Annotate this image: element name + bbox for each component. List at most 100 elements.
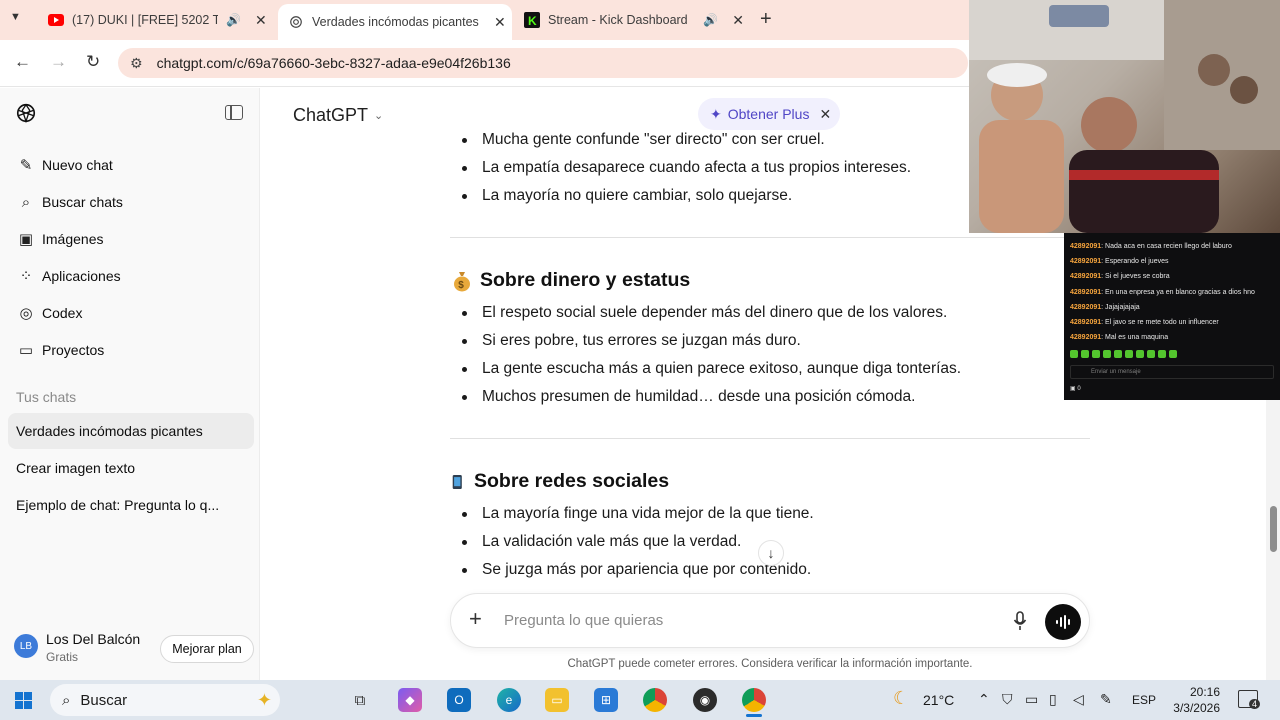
emote-icon[interactable] [1070, 350, 1078, 359]
message-composer[interactable]: + Pregunta lo que quieras [450, 593, 1090, 648]
openai-logo-icon[interactable] [15, 102, 37, 124]
bullet-list: Mucha gente confunde "ser directo" con s… [450, 126, 911, 210]
clock[interactable]: 20:16 3/3/2026 [1170, 684, 1220, 716]
collapse-sidebar-icon[interactable] [225, 105, 243, 120]
sidebar-item-new-chat[interactable]: ✎ Nuevo chat [8, 148, 252, 182]
youtube-icon [48, 12, 64, 28]
tab-kick[interactable]: K Stream - Kick Dashboard 🔊 ✕ [524, 0, 744, 40]
emote-icon[interactable] [1169, 350, 1177, 359]
add-attachment-icon[interactable]: + [469, 606, 482, 632]
chat-text: En una enpresa ya en blanco gracias a di… [1105, 288, 1255, 296]
emote-icon[interactable] [1147, 350, 1155, 359]
display-icon[interactable]: ▭ [1025, 691, 1038, 708]
volume-icon[interactable]: ◁ [1073, 691, 1084, 708]
security-icon[interactable]: ⛉ [1002, 691, 1013, 708]
voice-mode-button[interactable] [1045, 604, 1081, 640]
get-plus-banner[interactable]: ✦ Obtener Plus ✕ [698, 98, 840, 130]
sidebar-item-images[interactable]: ▣ Imágenes [8, 222, 252, 256]
emote-icon[interactable] [1081, 350, 1089, 359]
upgrade-plan-button[interactable]: Mejorar plan [160, 635, 254, 663]
section-label-chats: Tus chats [16, 389, 77, 405]
emote-icon[interactable] [1114, 350, 1122, 359]
section-title: Sobre dinero y estatus [480, 269, 691, 291]
section-title: Sobre redes sociales [474, 470, 670, 492]
windows-start-icon[interactable] [15, 692, 32, 709]
tab-title: Verdades incómodas picantes [312, 15, 479, 29]
back-icon[interactable]: ← [14, 52, 31, 72]
speaker-icon[interactable]: 🔊 [226, 13, 241, 27]
webcam-overlay [969, 0, 1280, 233]
chat-item[interactable]: Ejemplo de chat: Pregunta lo q... [8, 487, 254, 523]
emote-icon[interactable] [1103, 350, 1111, 359]
user-profile[interactable]: LB Los Del Balcón Gratis Mejorar plan [14, 628, 254, 672]
site-info-icon[interactable]: ⚙ [130, 55, 143, 72]
close-tab-icon[interactable]: ✕ [494, 14, 506, 31]
emote-icon[interactable] [1158, 350, 1166, 359]
edge-icon[interactable]: e [497, 688, 521, 712]
url-field[interactable]: ⚙ chatgpt.com/c/69a76660-3ebc-8327-adaa-… [118, 48, 968, 78]
sidebar-item-search-chats[interactable]: ⌕ Buscar chats [8, 185, 252, 219]
divider [450, 237, 1090, 238]
avatar[interactable]: LB [14, 634, 38, 658]
tab-chatgpt[interactable]: Verdades incómodas picantes ✕ [278, 4, 512, 40]
prompt-input[interactable]: Pregunta lo que quieras [504, 612, 663, 629]
chevron-up-icon[interactable]: ⌃ [978, 691, 990, 708]
model-selector[interactable]: ChatGPT ⌄ [293, 105, 383, 126]
money-bag-icon: $ [454, 271, 470, 291]
sidebar-item-codex[interactable]: ◎ Codex [8, 296, 252, 330]
search-icon: ⌕ [21, 193, 31, 211]
chat-item[interactable]: Verdades incómodas picantes [8, 413, 254, 449]
file-explorer-icon[interactable]: ▭ [545, 688, 569, 712]
url-text: chatgpt.com/c/69a76660-3ebc-8327-adaa-e9… [156, 55, 511, 71]
list-item: La empatía desaparece cuando afecta a tu… [450, 154, 911, 182]
microsoft-store-icon[interactable]: ⊞ [594, 688, 618, 712]
chat-username: 42892091 [1070, 243, 1102, 250]
forward-icon[interactable]: → [50, 52, 67, 72]
apps-icon: ⁘ [19, 268, 33, 285]
moon-weather-icon[interactable]: ☾ [893, 688, 909, 709]
emote-icon[interactable] [1136, 350, 1144, 359]
stream-chat-overlay: 42892091: Nada aca en casa recien llego … [1064, 233, 1280, 400]
sidebar-item-projects[interactable]: ▭ Proyectos [8, 333, 252, 367]
chat-username: 42892091 [1070, 303, 1102, 311]
close-tab-icon[interactable]: ✕ [255, 12, 267, 29]
list-item: Muchos presumen de humildad… desde una p… [450, 383, 961, 411]
tab-youtube[interactable]: (17) DUKI | [FREE] 5202 Typ 🔊 ✕ [48, 0, 273, 40]
tab-search-dropdown-icon[interactable]: ▼ [10, 11, 21, 23]
network-icon[interactable]: ▯ [1049, 691, 1057, 708]
new-tab-icon[interactable]: + [760, 8, 772, 31]
input-language[interactable]: ESP [1132, 693, 1156, 707]
emote-icon[interactable] [1125, 350, 1133, 359]
sidebar-item-label: Imágenes [42, 231, 104, 247]
bullet-list: El respeto social suele depender más del… [450, 299, 961, 411]
chat-text: Nada aca en casa recien llego del laburo [1105, 243, 1232, 250]
chrome-icon[interactable] [643, 688, 667, 712]
taskbar-search[interactable]: ⌕ Buscar ✦ [50, 684, 280, 716]
svg-text:K: K [528, 14, 537, 28]
scroll-to-bottom-button[interactable]: ↓ [758, 540, 784, 566]
emote-icon[interactable] [1092, 350, 1100, 359]
list-item: La mayoría finge una vida mejor de la qu… [450, 500, 814, 528]
sidebar-item-label: Buscar chats [42, 194, 123, 210]
chrome-active-icon[interactable] [742, 688, 766, 712]
speaker-icon[interactable]: 🔊 [703, 13, 718, 27]
chat-username: 42892091 [1070, 288, 1102, 296]
obs-icon[interactable]: ◉ [693, 688, 717, 712]
model-name: ChatGPT [293, 105, 369, 125]
temperature[interactable]: 21°C [923, 692, 954, 708]
chatgpt-icon [288, 14, 304, 30]
task-view-icon[interactable]: ⧉ [348, 688, 372, 712]
chat-item[interactable]: Crear imagen texto [8, 450, 254, 486]
reload-icon[interactable]: ↻ [86, 52, 100, 72]
tab-title: Stream - Kick Dashboard [548, 13, 688, 27]
scrollbar-thumb[interactable] [1270, 506, 1277, 552]
sidebar-item-apps[interactable]: ⁘ Aplicaciones [8, 259, 252, 293]
microphone-icon[interactable] [1013, 611, 1027, 631]
copilot-icon[interactable]: ◆ [398, 688, 422, 712]
chat-username: 42892091 [1070, 258, 1102, 266]
pen-icon[interactable]: ✎ [1100, 691, 1112, 708]
outlook-icon[interactable]: O [447, 688, 471, 712]
close-tab-icon[interactable]: ✕ [732, 12, 744, 29]
close-icon[interactable]: ✕ [819, 106, 831, 123]
stream-chat-input[interactable]: Enviar un mensaje [1070, 365, 1274, 380]
